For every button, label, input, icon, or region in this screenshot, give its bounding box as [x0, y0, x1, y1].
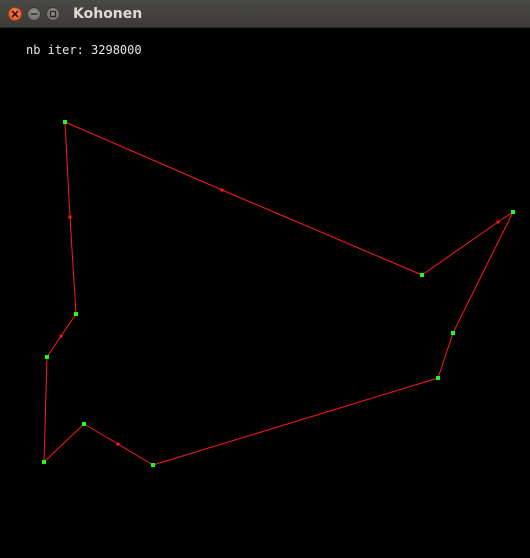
title-bar[interactable]: Kohonen	[0, 0, 530, 28]
iteration-counter: nb iter: 3298000	[26, 43, 142, 57]
city-point	[42, 460, 46, 464]
city-point	[74, 312, 78, 316]
city-point	[45, 355, 49, 359]
neuron-point	[116, 442, 120, 446]
tour-segment	[64, 121, 71, 218]
city-point	[436, 376, 440, 380]
tour-segment	[83, 423, 119, 445]
kohonen-tour-plot	[42, 120, 515, 467]
tour-segment	[152, 377, 439, 466]
minimize-button[interactable]	[27, 7, 41, 21]
tour-segment	[43, 423, 85, 463]
tour-segment	[69, 216, 77, 315]
close-icon	[11, 10, 19, 18]
city-point	[511, 210, 515, 214]
neuron-point	[220, 188, 224, 192]
city-point	[420, 273, 424, 277]
window-title: Kohonen	[73, 6, 143, 22]
maximize-button[interactable]	[46, 7, 60, 21]
neuron-point	[68, 215, 72, 219]
tour-segment	[452, 211, 514, 334]
minimize-icon	[30, 10, 38, 18]
close-button[interactable]	[8, 7, 22, 21]
tour-segment	[60, 313, 77, 337]
city-point	[63, 120, 67, 124]
neuron-point	[59, 334, 63, 338]
tour-segment	[64, 121, 223, 191]
drawing-canvas	[0, 28, 530, 558]
city-point	[151, 463, 155, 467]
tour-segment	[117, 443, 154, 466]
city-point	[451, 331, 455, 335]
tour-segment	[437, 332, 454, 379]
city-point	[82, 422, 86, 426]
kohonen-window: Kohonen nb iter: 3298000	[0, 0, 530, 558]
tour-segment	[421, 221, 499, 276]
tour-segment	[43, 356, 48, 463]
tour-segment	[46, 335, 62, 358]
neuron-point	[496, 220, 500, 224]
tour-segment	[221, 189, 423, 276]
maximize-icon	[49, 10, 57, 18]
